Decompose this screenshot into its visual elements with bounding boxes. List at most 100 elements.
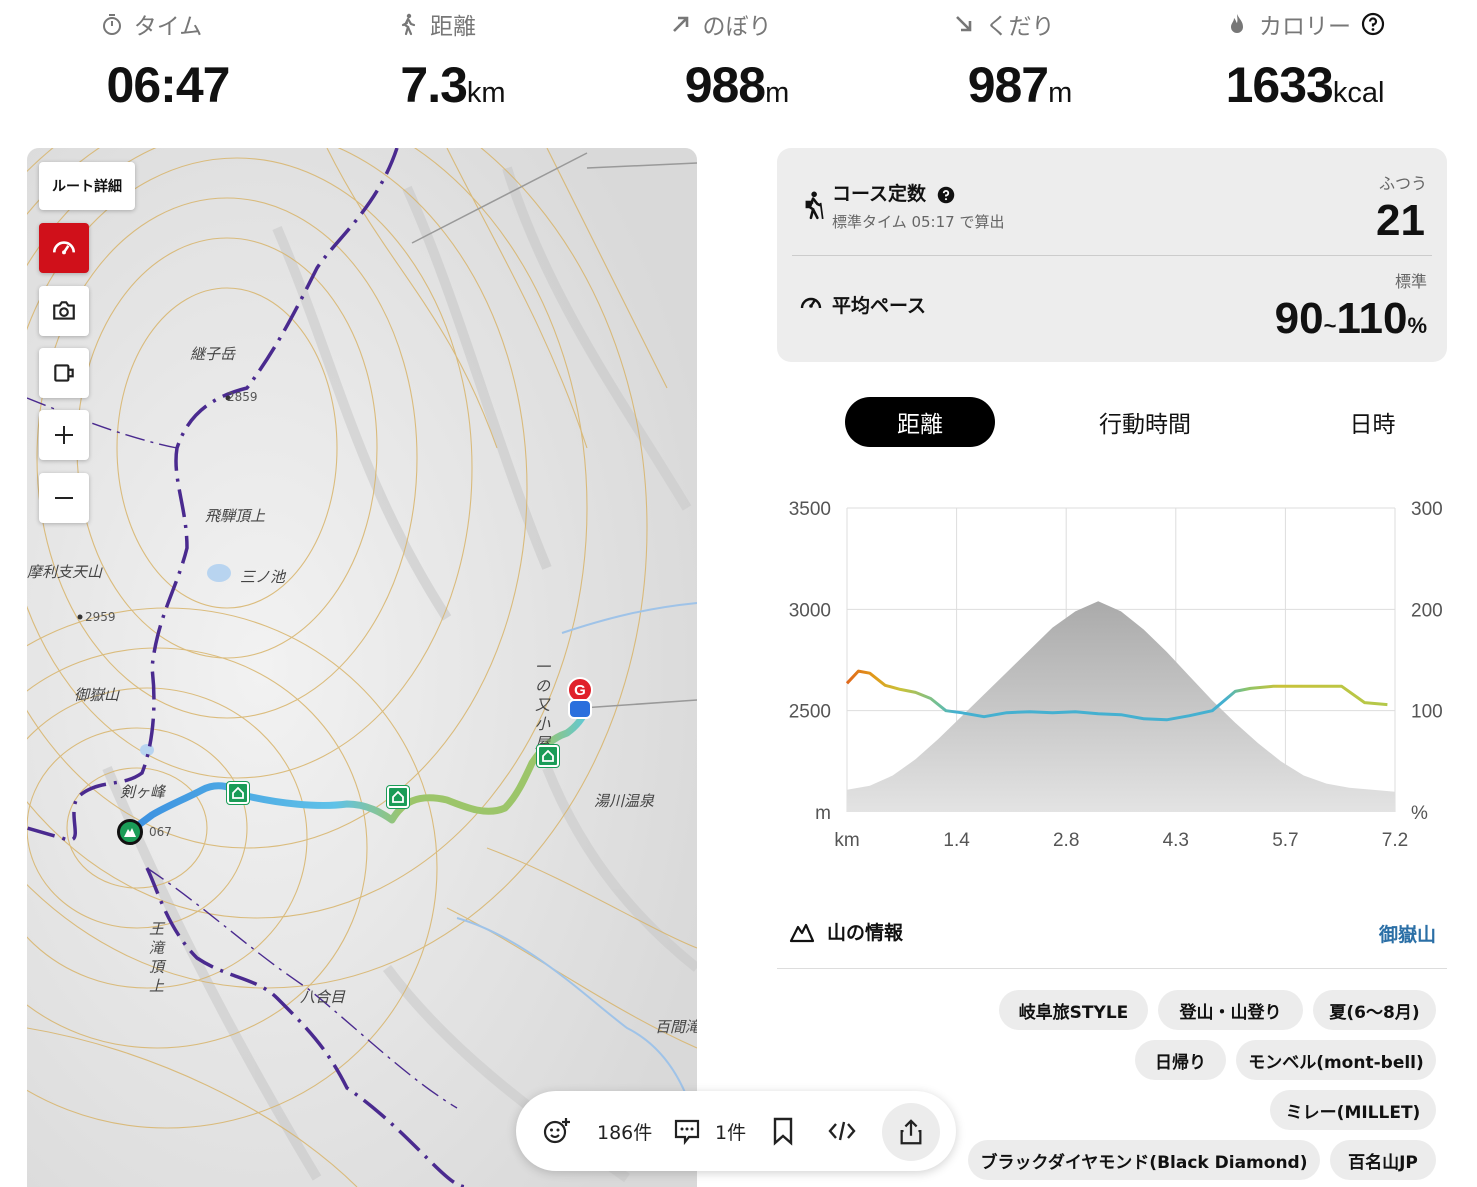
y-right-tick-label: 200: [1411, 600, 1443, 621]
elevation-area: [847, 601, 1395, 812]
average-pace-value: 90~110%: [1274, 294, 1427, 343]
camera-icon: [53, 301, 75, 320]
map-label-hyakuma: 百間滝: [655, 1018, 697, 1036]
x-tick-label: km: [834, 830, 859, 851]
tag-chip[interactable]: ミレー(MILLET): [1270, 1090, 1436, 1130]
action-bar: 186件 1件: [516, 1091, 956, 1171]
tag-chip[interactable]: 岐阜旅STYLE: [999, 990, 1148, 1030]
y-left-tick-label: m: [815, 803, 831, 824]
speedometer-icon: [52, 241, 76, 255]
stat-calories-label: カロリー: [1259, 14, 1351, 40]
map-label-kengamine: 剣ヶ峰: [120, 783, 166, 801]
mountain-info-heading: 山の情報: [789, 918, 903, 945]
map-label-yukawa: 湯川温泉: [594, 792, 655, 810]
average-pace-title: 平均ペース: [832, 295, 927, 317]
x-tick-label: 1.4: [943, 830, 970, 851]
map-label-elev2959: 2959: [85, 610, 116, 624]
y-right-tick-label: %: [1411, 803, 1428, 824]
summit-marker-icon[interactable]: [117, 819, 143, 845]
stat-descent-label: くだり: [985, 14, 1055, 40]
bus-stop-icon[interactable]: [568, 699, 592, 719]
map-label-elev067: 067: [149, 825, 172, 839]
stat-ascent-label: のぼり: [702, 14, 772, 40]
code-icon: [828, 1121, 856, 1141]
tab-datetime[interactable]: 日時: [1300, 397, 1445, 447]
stat-time-label: タイム: [133, 14, 203, 40]
camera-button[interactable]: [39, 286, 89, 336]
tab-distance[interactable]: 距離: [845, 397, 995, 447]
tag-chip[interactable]: 日帰り: [1135, 1040, 1226, 1080]
course-constant-title: コース定数: [832, 179, 955, 206]
x-tick-label: 4.3: [1163, 830, 1189, 851]
stat-time: タイム 06:47: [48, 8, 288, 114]
share-icon: [900, 1119, 922, 1145]
pace-level-label: 標準: [1394, 272, 1427, 291]
flame-icon: [1231, 14, 1243, 33]
map-label-ichinomata: 一の又小屋: [535, 658, 551, 752]
hiker-icon: [805, 191, 824, 220]
map-label-elev2859: 2859: [227, 390, 258, 404]
cup-icon: [54, 364, 74, 382]
zoom-in-button[interactable]: [39, 410, 89, 460]
tag-chip[interactable]: 百名山JP: [1330, 1140, 1436, 1180]
map-label-marishiten: 摩利支天山: [27, 563, 103, 581]
mountain-icon: [789, 923, 815, 942]
tag-chip[interactable]: モンベル(mont-bell): [1236, 1040, 1436, 1080]
help-circle-icon[interactable]: [1361, 12, 1385, 36]
stat-distance-label: 距離: [430, 14, 476, 40]
map-terrain: [27, 148, 697, 1187]
course-card: コース定数 標準タイム 05:17 で算出 ふつう 21 平均ペース 標準 90…: [777, 148, 1447, 362]
course-constant-subtitle: 標準タイム 05:17 で算出: [832, 213, 1005, 231]
x-tick-label: 7.2: [1382, 830, 1408, 851]
stat-descent-value: 987: [967, 57, 1049, 113]
cup-button[interactable]: [39, 348, 89, 398]
stopwatch-icon: [102, 14, 121, 35]
card-divider: [792, 255, 1432, 256]
embed-button[interactable]: [827, 1091, 857, 1171]
arrow-down-right-icon: [955, 16, 971, 32]
y-right-tick-label: 300: [1411, 499, 1443, 520]
speedometer-icon: [800, 297, 822, 309]
map-label-sannoike: 三ノ池: [240, 568, 286, 586]
stat-calories-value: 1633: [1225, 57, 1334, 113]
route-detail-button[interactable]: ルート詳細: [39, 162, 135, 210]
y-left-tick-label: 3500: [789, 499, 831, 520]
plus-icon: [55, 426, 73, 444]
stat-descent: くだり 987m: [900, 8, 1140, 114]
section-divider: [777, 968, 1447, 969]
tag-chip[interactable]: ブラックダイヤモンド(Black Diamond): [968, 1140, 1320, 1180]
map-label-tsugiko: 継子岳: [190, 345, 236, 363]
tag-chip[interactable]: 夏(6〜8月): [1313, 990, 1436, 1030]
course-constant-value: 21: [1376, 196, 1425, 245]
zoom-out-button[interactable]: [39, 473, 89, 523]
hut-marker-icon[interactable]: [227, 782, 249, 804]
map-label-hachigome: 八合目: [300, 988, 346, 1006]
stat-ascent: のぼり 988m: [617, 8, 857, 114]
speedometer-button[interactable]: [39, 223, 89, 273]
minus-icon: [55, 497, 73, 499]
y-left-tick-label: 2500: [789, 702, 831, 723]
route-map[interactable]: 継子岳 2859 飛騨頂上 三ノ池 摩利支天山 2959 御嶽山 剣ヶ峰 067…: [27, 148, 697, 1187]
x-tick-label: 5.7: [1272, 830, 1298, 851]
share-button[interactable]: [882, 1103, 940, 1161]
stat-distance: 距離 7.3km: [333, 8, 573, 114]
x-tick-label: 2.8: [1053, 830, 1079, 851]
bookmark-icon: [773, 1117, 793, 1146]
arrow-up-right-icon: [672, 16, 688, 32]
y-left-tick-label: 3000: [789, 600, 831, 621]
mountain-link[interactable]: 御嶽山: [1379, 920, 1436, 947]
smile-plus-icon: [543, 1118, 570, 1144]
tab-moving-time[interactable]: 行動時間: [1070, 397, 1220, 447]
bookmark-button[interactable]: [768, 1091, 798, 1171]
map-label-hida: 飛騨頂上: [205, 507, 266, 525]
help-circle-icon[interactable]: [937, 186, 955, 204]
likes-count: 186件: [597, 1121, 653, 1144]
comment-button[interactable]: [672, 1091, 702, 1171]
stat-distance-value: 7.3: [400, 57, 468, 113]
hut-marker-icon[interactable]: [387, 786, 409, 808]
comments-count: 1件: [715, 1121, 747, 1144]
y-right-tick-label: 100: [1411, 702, 1443, 723]
like-button[interactable]: [542, 1091, 572, 1171]
tag-chip[interactable]: 登山・山登り: [1158, 990, 1303, 1030]
hut-marker-icon[interactable]: [537, 745, 559, 767]
